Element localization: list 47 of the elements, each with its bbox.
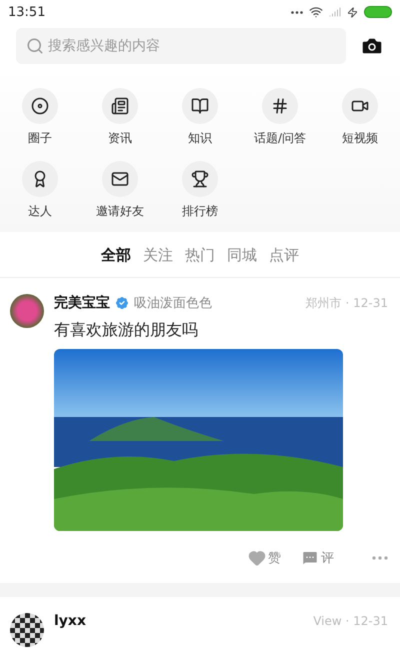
feed-tab[interactable]: 同城 bbox=[227, 246, 257, 265]
more-icon bbox=[372, 556, 388, 560]
post-text: 有喜欢旅游的朋友吗 bbox=[54, 320, 199, 341]
signal-icon bbox=[329, 6, 341, 18]
video-camera-button[interactable] bbox=[342, 88, 378, 124]
envelope-button[interactable] bbox=[102, 161, 138, 197]
comment-button[interactable]: 评 bbox=[301, 549, 334, 567]
hash-button[interactable] bbox=[262, 88, 298, 124]
feed-tab[interactable]: 全部 bbox=[101, 246, 131, 265]
shortcut-label: 知识 bbox=[188, 130, 212, 147]
shortcut-label: 达人 bbox=[28, 203, 52, 220]
feed-tab[interactable]: 关注 bbox=[143, 246, 173, 265]
shortcut-label: 话题/问答 bbox=[254, 130, 306, 147]
trophy-icon bbox=[191, 170, 209, 188]
disc-icon bbox=[31, 97, 49, 115]
newspaper-icon bbox=[111, 97, 129, 115]
author-tagline: 吸油泼面色色 bbox=[134, 295, 212, 312]
battery-icon bbox=[364, 6, 392, 18]
heart-icon bbox=[248, 549, 266, 567]
disc-button[interactable] bbox=[22, 88, 58, 124]
dots-icon bbox=[291, 10, 303, 14]
charging-icon bbox=[347, 6, 358, 18]
post-meta: 郑州市 · 12-31 bbox=[306, 294, 388, 312]
status-time: 13:51 bbox=[8, 4, 46, 20]
shortcut-label: 资讯 bbox=[108, 130, 132, 147]
shortcut-label: 排行榜 bbox=[182, 203, 218, 220]
newspaper-button[interactable] bbox=[102, 88, 138, 124]
search-field[interactable]: 搜索感兴趣的内容 bbox=[16, 28, 346, 64]
comment-icon bbox=[301, 549, 319, 567]
shortcut-label: 圈子 bbox=[28, 130, 52, 147]
medal-button[interactable] bbox=[22, 161, 58, 197]
post-meta: View · 12-31 bbox=[313, 614, 388, 628]
feed-tab[interactable]: 热门 bbox=[185, 246, 215, 265]
avatar[interactable] bbox=[10, 613, 44, 647]
envelope-icon bbox=[111, 170, 129, 188]
shortcut-label: 短视频 bbox=[342, 130, 378, 147]
book-icon bbox=[191, 97, 209, 115]
wifi-icon bbox=[309, 5, 323, 19]
author-name: 完美宝宝 bbox=[54, 294, 110, 312]
feed-tab[interactable]: 点评 bbox=[269, 246, 299, 265]
shortcut-label: 邀请好友 bbox=[96, 203, 144, 220]
like-button[interactable]: 赞 bbox=[248, 549, 281, 567]
trophy-button[interactable] bbox=[182, 161, 218, 197]
book-button[interactable] bbox=[182, 88, 218, 124]
author-name: lyxx bbox=[54, 613, 86, 629]
hash-icon bbox=[271, 97, 289, 115]
search-icon bbox=[26, 37, 44, 55]
